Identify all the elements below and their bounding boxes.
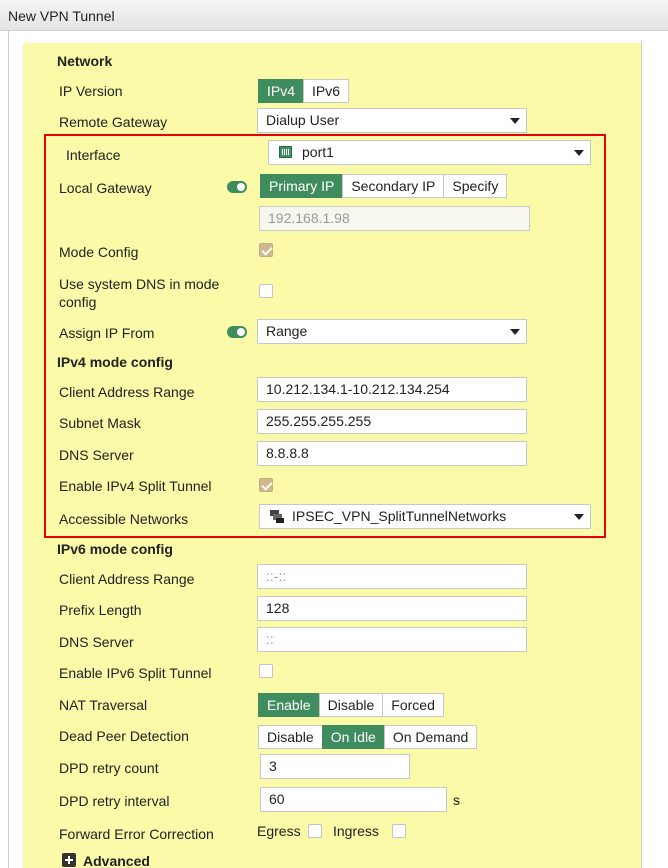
assign-ip-from-label: Assign IP From — [59, 325, 155, 341]
local-gateway-label: Local Gateway — [59, 180, 152, 196]
remote-gateway-label: Remote Gateway — [59, 114, 168, 130]
chevron-down-icon — [574, 150, 584, 156]
specify-button[interactable]: Specify — [443, 174, 508, 198]
chevron-down-icon — [510, 329, 520, 335]
ipv4-client-address-range-input[interactable]: 10.212.134.1-10.212.134.254 — [257, 377, 527, 402]
dpd-retry-interval-input[interactable]: 60 — [260, 787, 447, 812]
enable-ipv4-split-tunnel-checkbox[interactable] — [259, 478, 273, 492]
local-gateway-toggle[interactable] — [227, 181, 247, 193]
dpd-retry-interval-label: DPD retry interval — [59, 793, 170, 809]
chevron-down-icon — [574, 514, 584, 520]
forward-error-correction-label: Forward Error Correction — [59, 826, 214, 842]
address-group-icon — [270, 510, 284, 523]
ipv4-dns-server-input[interactable]: 8.8.8.8 — [257, 441, 527, 466]
secondary-ip-button[interactable]: Secondary IP — [342, 174, 445, 198]
enable-ipv6-split-tunnel-label: Enable IPv6 Split Tunnel — [59, 665, 212, 681]
use-system-dns-label-line2: config — [59, 294, 97, 310]
primary-ip-button[interactable]: Primary IP — [260, 174, 344, 198]
enable-ipv6-split-tunnel-checkbox[interactable] — [259, 664, 273, 678]
mode-config-label: Mode Config — [59, 244, 139, 260]
dpd-retry-count-label: DPD retry count — [59, 760, 159, 776]
use-system-dns-label-line1: Use system DNS in mode — [59, 276, 220, 292]
dpd-retry-count-input[interactable]: 3 — [260, 754, 410, 779]
remote-gateway-value: Dialup User — [266, 112, 340, 128]
dpd-retry-interval-unit: s — [453, 792, 460, 808]
local-gateway-options: Primary IP Secondary IP Specify — [260, 174, 508, 198]
ipv4-subnet-mask-input[interactable]: 255.255.255.255 — [257, 409, 527, 434]
ipv4-subnet-mask-label: Subnet Mask — [59, 415, 141, 431]
nat-forced-button[interactable]: Forced — [382, 693, 444, 717]
enable-ipv4-split-tunnel-label: Enable IPv4 Split Tunnel — [59, 478, 212, 494]
chevron-down-icon — [510, 118, 520, 124]
right-border — [641, 40, 642, 868]
left-border — [8, 31, 9, 868]
mode-config-checkbox[interactable] — [259, 243, 273, 257]
ip-version-label: IP Version — [59, 83, 123, 99]
assign-ip-from-select[interactable]: Range — [257, 319, 527, 344]
ipv6-dns-server-label: DNS Server — [59, 634, 134, 650]
window-title: New VPN Tunnel — [8, 8, 115, 24]
nat-enable-button[interactable]: Enable — [258, 693, 320, 717]
ingress-label: Ingress — [333, 823, 379, 839]
assign-ip-from-toggle[interactable] — [227, 326, 247, 338]
section-ipv6-mode-config: IPv6 mode config — [57, 541, 173, 557]
accessible-networks-value: IPSEC_VPN_SplitTunnelNetworks — [292, 508, 507, 524]
interface-select[interactable]: port1 — [268, 140, 591, 165]
dead-peer-detection-label: Dead Peer Detection — [59, 728, 189, 744]
interface-value: port1 — [302, 144, 334, 160]
assign-ip-from-value: Range — [266, 323, 308, 339]
ingress-checkbox[interactable] — [392, 824, 406, 838]
ipv6-dns-server-input[interactable]: :: — [257, 627, 527, 652]
nat-traversal-label: NAT Traversal — [59, 697, 148, 713]
ipv6-prefix-length-input[interactable]: 128 — [257, 596, 527, 621]
section-ipv4-mode-config: IPv4 mode config — [57, 354, 173, 370]
nat-traversal-options: Enable Disable Forced — [258, 693, 444, 717]
remote-gateway-select[interactable]: Dialup User — [257, 108, 527, 133]
ipv6-client-address-range-input[interactable]: ::-:: — [257, 564, 527, 589]
dpd-on-idle-button[interactable]: On Idle — [321, 725, 385, 749]
ip-version-toggle: IPv4 IPv6 — [258, 79, 350, 103]
plus-icon[interactable] — [62, 853, 76, 867]
ipv4-client-address-range-label: Client Address Range — [59, 384, 195, 400]
dpd-disable-button[interactable]: Disable — [258, 725, 323, 749]
title-bar: New VPN Tunnel — [0, 0, 668, 31]
egress-checkbox[interactable] — [308, 824, 322, 838]
accessible-networks-select[interactable]: IPSEC_VPN_SplitTunnelNetworks — [259, 504, 591, 529]
accessible-networks-label: Accessible Networks — [59, 511, 189, 527]
section-network: Network — [57, 53, 113, 69]
ip-version-ipv4-button[interactable]: IPv4 — [258, 79, 305, 103]
ipv4-dns-server-label: DNS Server — [59, 447, 134, 463]
port-icon — [279, 146, 292, 158]
interface-label: Interface — [66, 147, 121, 163]
use-system-dns-checkbox[interactable] — [259, 284, 273, 298]
local-gateway-ip-field[interactable]: 192.168.1.98 — [259, 206, 530, 231]
nat-disable-button[interactable]: Disable — [318, 693, 384, 717]
section-advanced[interactable]: Advanced — [83, 853, 150, 868]
ip-version-ipv6-button[interactable]: IPv6 — [303, 79, 350, 103]
dpd-on-demand-button[interactable]: On Demand — [383, 725, 478, 749]
ipv6-client-address-range-label: Client Address Range — [59, 571, 195, 587]
egress-label: Egress — [257, 823, 301, 839]
ipv6-prefix-length-label: Prefix Length — [59, 602, 142, 618]
dead-peer-detection-options: Disable On Idle On Demand — [258, 725, 478, 749]
